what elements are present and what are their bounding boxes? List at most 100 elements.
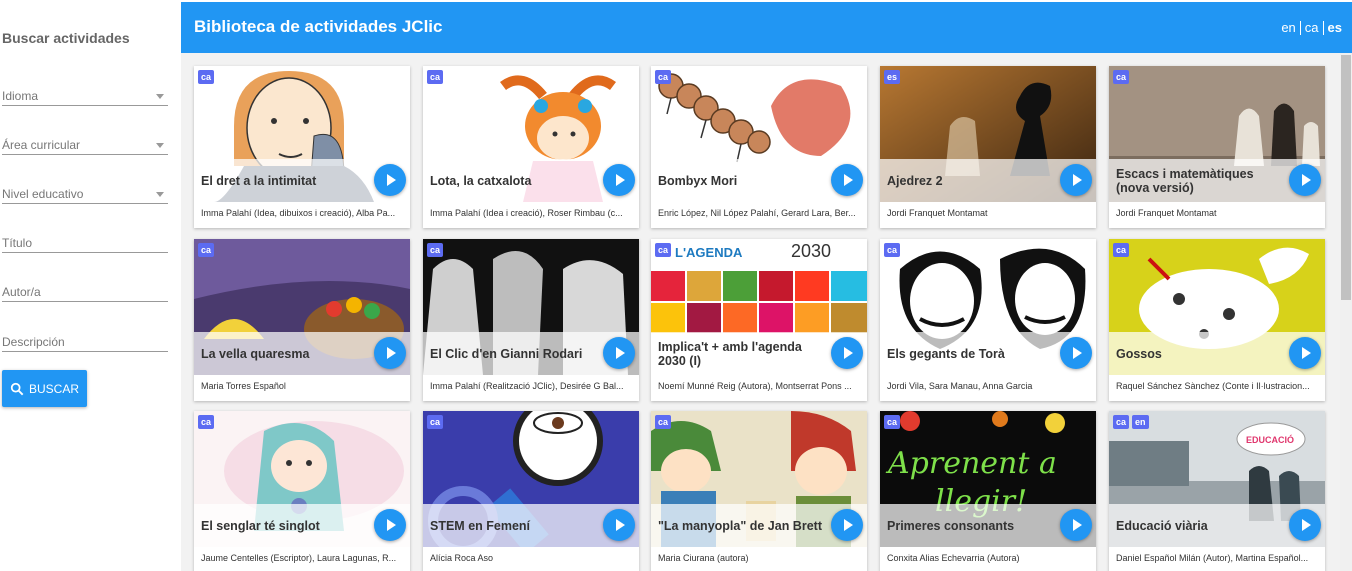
sidebar: Buscar actividades Idioma Área curricula… <box>0 0 181 571</box>
title-input-label: Título <box>2 236 33 250</box>
activity-title: El senglar té singlot <box>201 518 320 533</box>
activity-title: STEM en Femení <box>430 518 531 533</box>
language-switcher: en ca es <box>1277 20 1346 35</box>
description-input[interactable]: Descripción <box>2 331 168 352</box>
language-badges: ca <box>1113 243 1130 257</box>
language-badge: ca <box>655 415 672 429</box>
activity-card[interactable]: ca La vella quaresma Maria Torres Españo… <box>194 239 410 401</box>
activity-card[interactable]: EDUCACIÓ ca en Educació viària Daniel Es… <box>1109 411 1325 571</box>
play-button[interactable] <box>1060 509 1092 541</box>
chevron-down-icon <box>156 192 164 197</box>
play-button[interactable] <box>831 337 863 369</box>
agenda-year-text: 2030 <box>791 241 831 261</box>
language-select[interactable]: Idioma <box>2 85 168 106</box>
search-icon <box>10 382 24 395</box>
search-button[interactable]: BUSCAR <box>2 370 87 407</box>
play-button[interactable] <box>1289 164 1321 196</box>
sidebar-heading: Buscar actividades <box>2 30 130 46</box>
activity-author: Imma Palahí (Realització JClic), Desirée… <box>430 381 624 391</box>
curricular-area-select[interactable]: Área curricular <box>2 134 168 155</box>
educational-level-select[interactable]: Nivel educativo <box>2 183 168 204</box>
activity-author: Imma Palahí (Idea, dibuixos i creació), … <box>201 208 396 218</box>
play-button[interactable] <box>374 164 406 196</box>
language-badges: ca <box>655 415 672 429</box>
language-badge: ca <box>427 243 444 257</box>
activity-title: Els gegants de Torà <box>887 346 1005 361</box>
activity-title: Ajedrez 2 <box>887 173 943 188</box>
activity-author: Conxita Alias Echevarria (Autora) <box>887 553 1020 563</box>
language-badge: ca <box>884 415 901 429</box>
activity-card[interactable]: ca "La manyopla" de Jan Brett Maria Ciur… <box>651 411 867 571</box>
scrollbar[interactable] <box>1340 53 1352 571</box>
play-button[interactable] <box>603 337 635 369</box>
language-badges: ca <box>884 415 901 429</box>
lang-ca-link[interactable]: ca <box>1301 20 1323 35</box>
language-badges: ca <box>198 70 215 84</box>
play-button[interactable] <box>603 164 635 196</box>
activity-author: Jordi Vila, Sara Manau, Anna Garcia <box>887 381 1033 391</box>
activity-title: Gossos <box>1116 346 1162 361</box>
language-badge: ca <box>427 70 444 84</box>
play-button[interactable] <box>374 509 406 541</box>
activity-author: Noemí Munné Reig (Autora), Montserrat Po… <box>658 381 852 391</box>
activity-title: El dret a la intimitat <box>201 173 317 188</box>
play-button[interactable] <box>1289 337 1321 369</box>
language-badge: es <box>884 70 901 84</box>
activity-author: Enric López, Nil López Palahí, Gerard La… <box>658 208 856 218</box>
scrollbar-thumb[interactable] <box>1341 55 1351 300</box>
activity-card[interactable]: ca Gossos Raquel Sánchez Sànchez (Conte … <box>1109 239 1325 401</box>
language-badge: ca <box>655 243 672 257</box>
activity-card[interactable]: ca STEM en Femení Alícia Roca Aso <box>423 411 639 571</box>
language-badge: ca <box>198 70 215 84</box>
play-button[interactable] <box>831 509 863 541</box>
lang-es-link[interactable]: es <box>1324 20 1346 35</box>
activity-card[interactable]: Aprenent a llegir! ca Primeres consonant… <box>880 411 1096 571</box>
activity-title: "La manyopla" de Jan Brett <box>658 518 822 533</box>
play-button[interactable] <box>1289 509 1321 541</box>
language-badges: ca <box>655 243 672 257</box>
curricular-area-label: Área curricular <box>2 138 81 152</box>
activity-card[interactable]: ca El Clic d'en Gianni Rodari Imma Palah… <box>423 239 639 401</box>
activity-title: El Clic d'en Gianni Rodari <box>430 346 583 361</box>
title-input[interactable]: Título <box>2 232 168 253</box>
activity-author: Jordi Franquet Montamat <box>887 208 988 218</box>
play-button[interactable] <box>603 509 635 541</box>
chevron-down-icon <box>156 94 164 99</box>
language-badges: ca <box>198 415 215 429</box>
language-badge: ca <box>655 70 672 84</box>
activity-card[interactable]: ca Lota, la catxalota Imma Palahí (Idea … <box>423 66 639 228</box>
activity-card[interactable]: ca Els gegants de Torà Jordi Vila, Sara … <box>880 239 1096 401</box>
activity-grid: ca El dret a la intimitat Imma Palahí (I… <box>181 53 1340 571</box>
activity-card[interactable]: es Ajedrez 2 Jordi Franquet Montamat <box>880 66 1096 228</box>
language-label: Idioma <box>2 89 39 103</box>
play-button[interactable] <box>374 337 406 369</box>
activity-author: Daniel Español Milán (Autor), Martina Es… <box>1116 553 1309 563</box>
activity-author: Maria Torres Español <box>201 381 286 391</box>
play-button[interactable] <box>831 164 863 196</box>
activity-card[interactable]: L'AGENDA 2030 ca Implica't + amb l'agend… <box>651 239 867 401</box>
activity-card[interactable]: ca Escacs i matemàtiques (nova versió) J… <box>1109 66 1325 228</box>
chevron-down-icon <box>156 143 164 148</box>
lang-en-link[interactable]: en <box>1277 20 1299 35</box>
language-badge: ca <box>427 415 444 429</box>
language-badges: ca <box>884 243 901 257</box>
play-button[interactable] <box>1060 164 1092 196</box>
search-button-label: BUSCAR <box>28 381 79 396</box>
activity-card[interactable]: ca Bombyx Mori Enric López, Nil López Pa… <box>651 66 867 228</box>
activity-author: Imma Palahí (Idea i creació), Roser Rimb… <box>430 208 623 218</box>
play-button[interactable] <box>1060 337 1092 369</box>
language-badges: ca <box>1113 70 1130 84</box>
activity-card[interactable]: ca El senglar té singlot Jaume Centelles… <box>194 411 410 571</box>
activity-author: Jordi Franquet Montamat <box>1116 208 1217 218</box>
language-badges: ca <box>427 243 444 257</box>
activity-author: Alícia Roca Aso <box>430 553 494 563</box>
aprenent-text-line1: Aprenent a <box>885 446 1057 481</box>
activity-title: Bombyx Mori <box>658 173 738 188</box>
language-badge: ca <box>1113 415 1130 429</box>
activity-author: Jaume Centelles (Escriptor), Laura Lagun… <box>201 553 397 563</box>
activity-card[interactable]: ca El dret a la intimitat Imma Palahí (I… <box>194 66 410 228</box>
language-badges: es <box>884 70 901 84</box>
language-badge: en <box>1132 415 1149 429</box>
author-input[interactable]: Autor/a <box>2 281 168 302</box>
language-badge: ca <box>884 243 901 257</box>
